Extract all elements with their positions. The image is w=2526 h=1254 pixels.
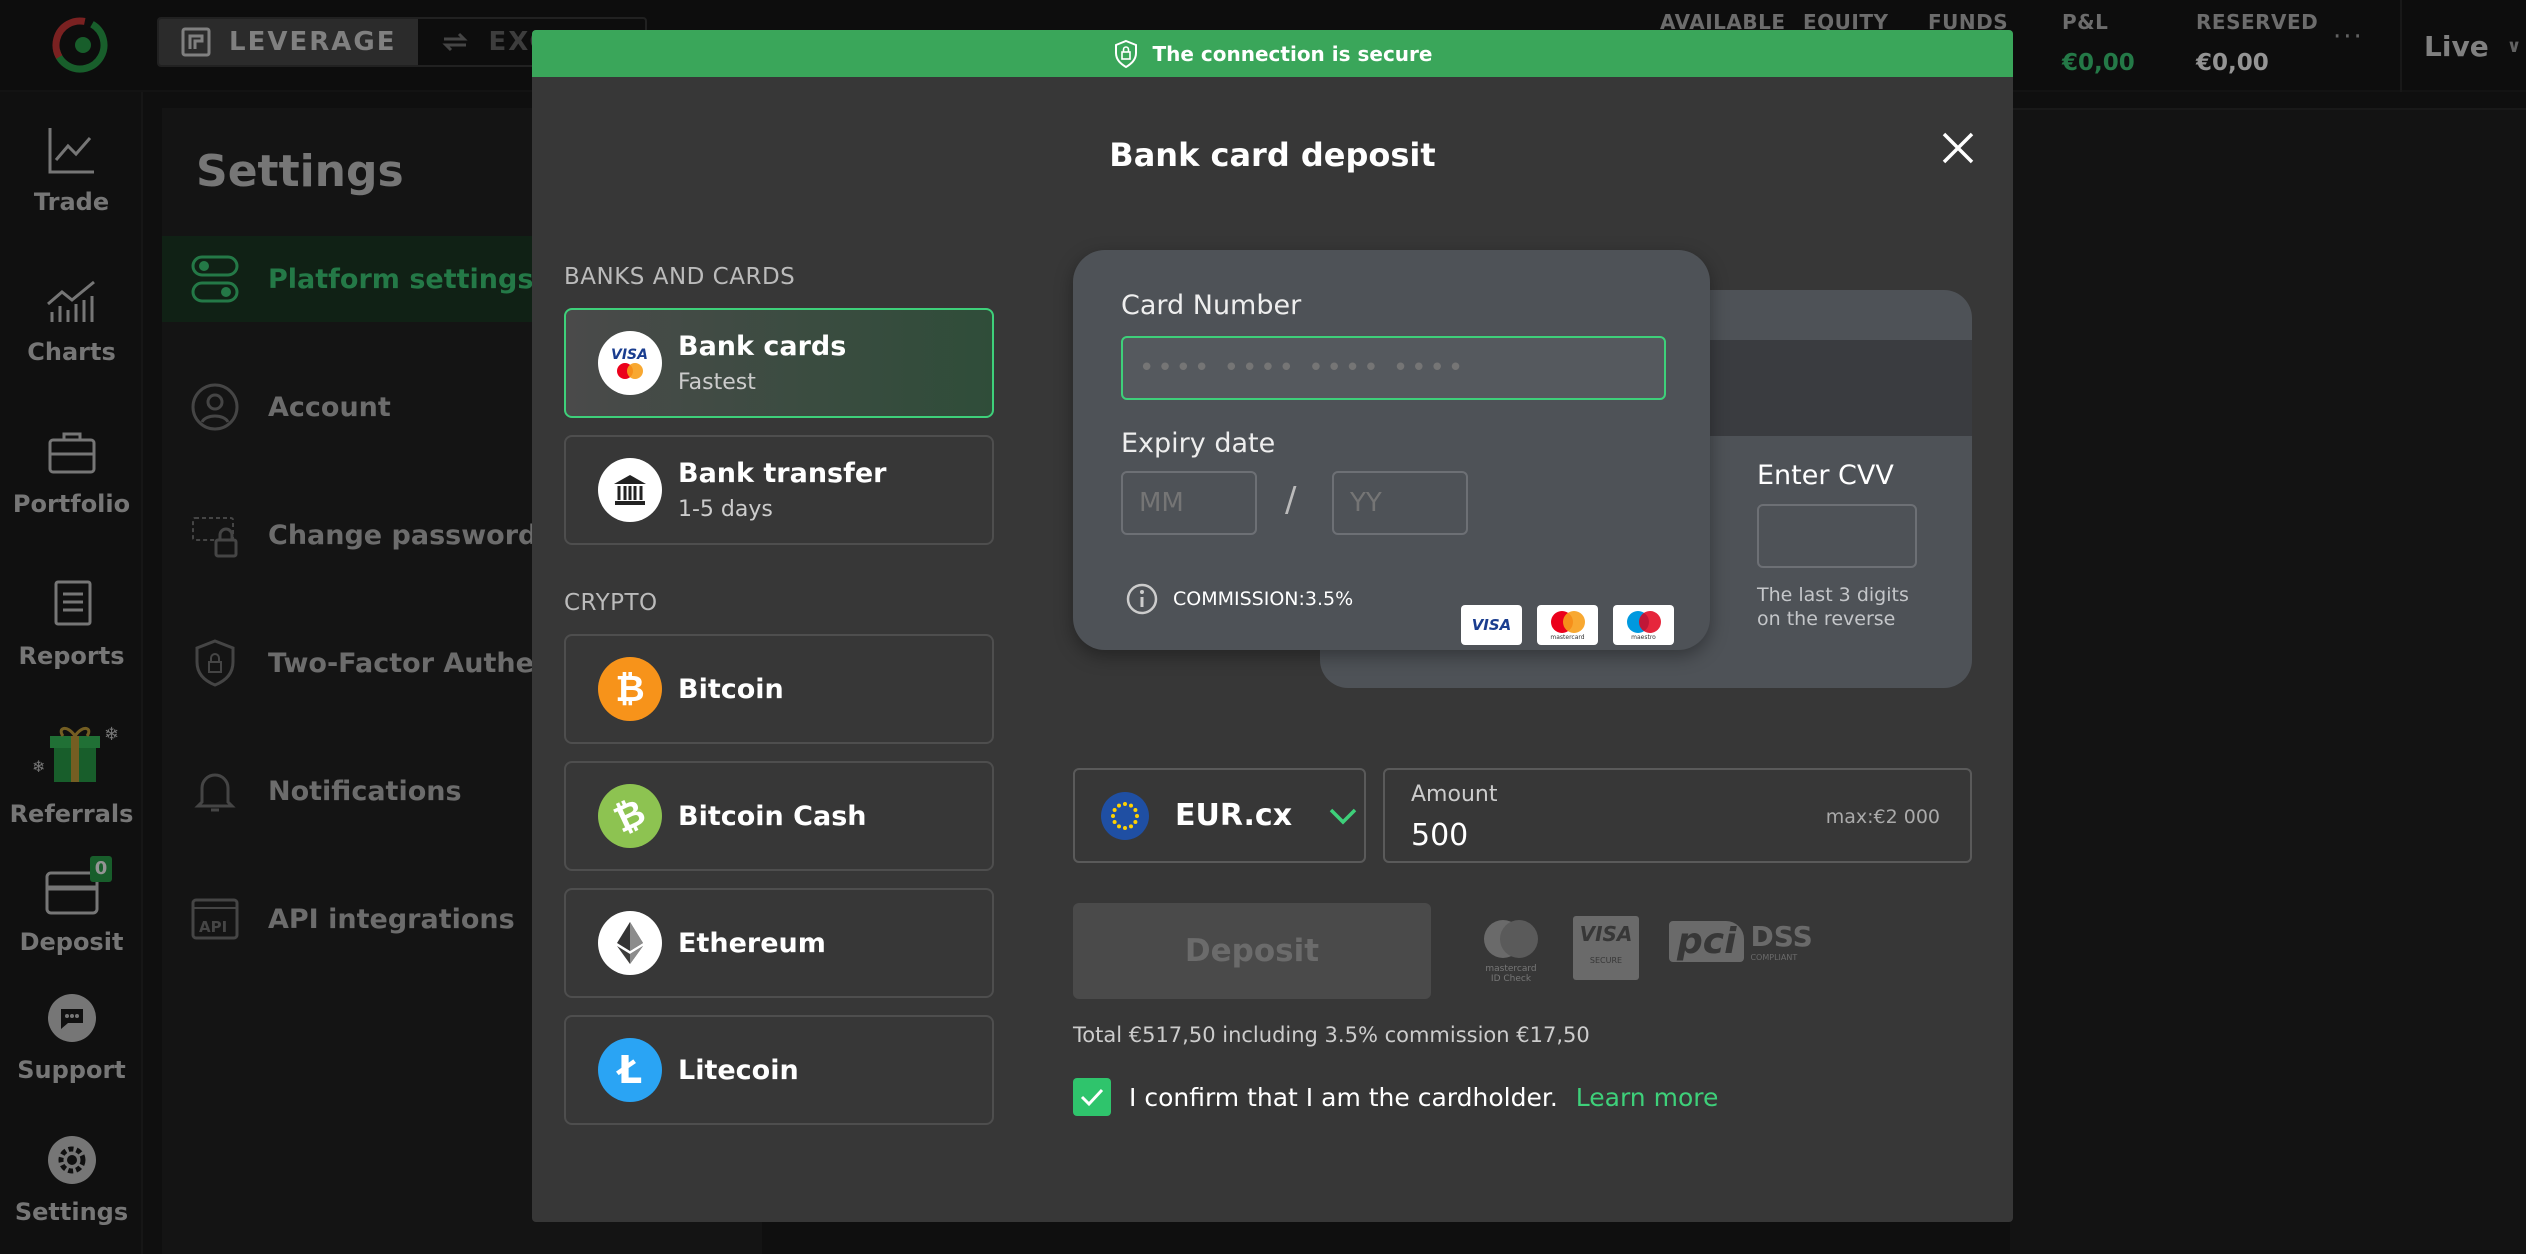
checkmark-icon — [1080, 1088, 1104, 1107]
method-litecoin[interactable]: Ł Litecoin — [564, 1015, 994, 1125]
mc-badge-text: mastercard — [1485, 964, 1537, 974]
deposit-button[interactable]: Deposit — [1073, 903, 1431, 999]
dss-text: DSS — [1750, 920, 1813, 953]
cvv-label: Enter CVV — [1757, 460, 1894, 491]
method-subtitle: Fastest — [678, 370, 756, 395]
cvv-hint-line: on the reverse — [1757, 608, 1896, 630]
confirm-text: I confirm that I am the cardholder. — [1129, 1082, 1558, 1112]
bitcoin-cash-icon: ₿ — [598, 784, 662, 848]
currency-value: EUR.cx — [1175, 798, 1293, 833]
method-ethereum[interactable]: Ethereum — [564, 888, 994, 998]
method-title: Bitcoin — [678, 673, 784, 705]
mastercard-id-check-logo: mastercard ID Check — [1478, 918, 1544, 984]
visa-secure-text: VISA — [1579, 922, 1633, 946]
total-summary: Total €517,50 including 3.5% commission … — [1073, 1023, 1590, 1047]
commission-info: COMMISSION:3.5% — [1125, 582, 1353, 616]
banks-section-label: BANKS AND CARDS — [564, 264, 796, 290]
ethereum-icon — [598, 911, 662, 975]
info-icon[interactable] — [1125, 582, 1159, 616]
currency-select[interactable]: EUR.cx — [1073, 768, 1366, 863]
deposit-modal: The connection is secure Bank card depos… — [532, 30, 2013, 1222]
method-bitcoin[interactable]: ₿ Bitcoin — [564, 634, 994, 744]
expiry-label: Expiry date — [1121, 428, 1276, 459]
maestro-logo: maestro — [1613, 605, 1674, 645]
amount-max: max:€2 000 — [1825, 806, 1940, 828]
card-number-label: Card Number — [1121, 290, 1302, 321]
modal-title: Bank card deposit — [1109, 136, 1436, 174]
mastercard-logo: mastercard — [1537, 605, 1598, 645]
secure-connection-text: The connection is secure — [1152, 41, 1433, 66]
shield-lock-icon — [1114, 39, 1137, 68]
svg-text:VISA: VISA — [611, 347, 648, 363]
method-subtitle: 1-5 days — [678, 497, 773, 522]
pci-dss-logo: pci DSS COMPLIANT — [1669, 920, 1813, 962]
confirm-checkbox[interactable] — [1073, 1078, 1111, 1116]
method-title: Litecoin — [678, 1054, 799, 1086]
method-bank-cards[interactable]: VISA Bank cards Fastest — [564, 308, 994, 418]
amount-field[interactable]: Amount 500 max:€2 000 — [1383, 768, 1972, 863]
expiry-month-input[interactable] — [1121, 471, 1257, 535]
litecoin-icon: Ł — [598, 1038, 662, 1102]
cardholder-confirm: I confirm that I am the cardholder. Lear… — [1073, 1078, 1718, 1116]
method-title: Ethereum — [678, 927, 826, 959]
visa-mastercard-icon: VISA — [598, 331, 662, 395]
secure-connection-banner: The connection is secure — [532, 30, 2013, 77]
pci-text: pci — [1669, 920, 1745, 962]
learn-more-link[interactable]: Learn more — [1576, 1083, 1719, 1112]
card-front: Card Number Expiry date / COMMISSION:3.5… — [1073, 250, 1710, 650]
chevron-down-icon — [1329, 808, 1357, 824]
bitcoin-icon: ₿ — [598, 657, 662, 721]
cvv-hint-line: The last 3 digits — [1757, 584, 1909, 606]
expiry-separator: / — [1285, 480, 1297, 520]
amount-label: Amount — [1411, 782, 1498, 807]
method-title: Bank cards — [678, 331, 847, 362]
crypto-section-label: CRYPTO — [564, 590, 658, 616]
dss-sub: COMPLIANT — [1750, 953, 1798, 962]
commission-text: COMMISSION:3.5% — [1173, 588, 1354, 610]
method-bitcoin-cash[interactable]: ₿ Bitcoin Cash — [564, 761, 994, 871]
amount-input[interactable]: 500 — [1411, 818, 1468, 853]
method-title: Bank transfer — [678, 458, 887, 489]
visa-secure-logo: VISA SECURE — [1573, 916, 1639, 980]
expiry-year-input[interactable] — [1332, 471, 1468, 535]
cvv-input[interactable] — [1757, 504, 1917, 568]
eu-flag-icon — [1101, 791, 1149, 840]
mc-badge-text: ID Check — [1490, 974, 1532, 984]
bank-icon — [598, 458, 662, 522]
card-number-input[interactable] — [1121, 336, 1666, 400]
visa-secure-sub: SECURE — [1589, 956, 1623, 965]
cvv-hint: The last 3 digits on the reverse — [1757, 583, 1909, 631]
close-icon[interactable] — [1932, 122, 1984, 174]
method-bank-transfer[interactable]: Bank transfer 1-5 days — [564, 435, 994, 545]
visa-logo: VISA — [1461, 605, 1522, 645]
method-title: Bitcoin Cash — [678, 800, 867, 832]
